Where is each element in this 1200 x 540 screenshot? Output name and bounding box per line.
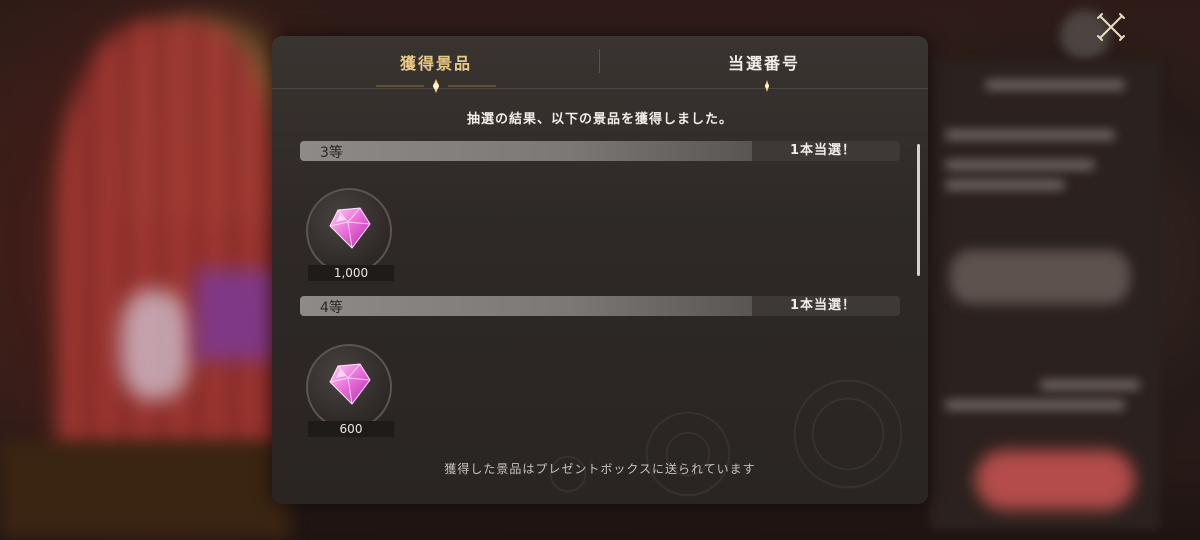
item-quantity: 600 — [308, 421, 394, 437]
tab-sparkle-icon — [707, 79, 827, 93]
close-button[interactable] — [1093, 9, 1129, 45]
tab-bar: 獲得景品 当選番号 — [272, 36, 928, 93]
footer-note: 獲得した景品はプレゼントボックスに送られています — [444, 462, 756, 476]
prize-win-count: 1本当選！ — [752, 296, 900, 316]
prize-rank-label: 4等 — [320, 300, 343, 316]
result-message: 抽選の結果、以下の景品を獲得しました。 — [466, 112, 733, 127]
prize-rank-label: 3等 — [320, 145, 343, 161]
lottery-result-dialog: 獲得景品 当選番号 抽選の結果、以下の景品を獲得しました。 3等 1本当選！ 1… — [272, 36, 928, 504]
close-icon — [1093, 13, 1129, 49]
gem-icon — [329, 363, 371, 405]
prize-win-count: 1本当選！ — [752, 141, 900, 161]
active-tab-indicator-icon — [376, 79, 496, 93]
prize-rank-bar: 3等 1本当選！ — [300, 141, 900, 161]
gem-icon — [329, 207, 371, 249]
scrollbar[interactable] — [917, 144, 920, 276]
item-quantity: 1,000 — [308, 265, 394, 281]
prize-rank-bar: 4等 1本当選！ — [300, 296, 900, 316]
